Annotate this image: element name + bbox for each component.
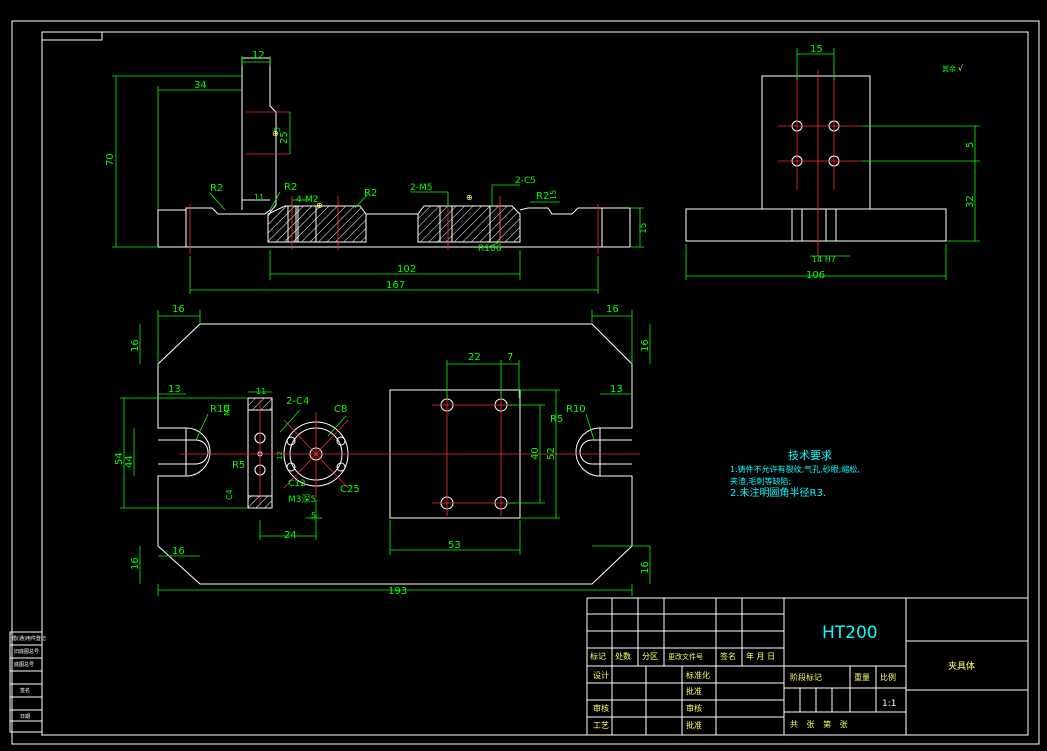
fv-dim-13-l: 13 (168, 384, 181, 395)
dim-32: 32 (965, 195, 976, 208)
fv-dim-53: 53 (448, 540, 461, 551)
fv-dim-11: 11 (256, 387, 266, 396)
strip-cell-1: 借(通)用件登记 (12, 635, 46, 642)
fv-dim-16-tr: 16 (606, 304, 619, 315)
fv-dim-22: 22 (468, 352, 481, 363)
fv-dim-r10-r: R10 (566, 404, 586, 415)
fv-dim-c12: C12 (288, 479, 306, 489)
fv-dim-40: 40 (530, 447, 541, 460)
label-approve-2: 批准 (686, 720, 702, 730)
hole-marker-icon: ⊕ (466, 193, 473, 202)
cad-drawing: 借(通)用件登记 旧底图总号 底图总号 签名 日期 12 34 70 25 5 … (9, 20, 1040, 745)
strip-cell-3: 底图总号 (14, 661, 34, 668)
fv-dim-c8: C8 (334, 404, 347, 415)
dim-12: 12 (252, 50, 265, 61)
dim-r106: R106 (478, 244, 502, 254)
roughness-note: 其余 (942, 64, 956, 73)
fv-dim-16-tr-v: 16 (640, 339, 651, 352)
dim-r2-d: R2 (536, 191, 549, 202)
hole-marker-icon: ⊕ (272, 129, 279, 138)
fv-dim-52: 52 (546, 447, 557, 460)
dim-r2-b: R2 (284, 182, 297, 193)
role-review: 审核 (593, 703, 609, 713)
label-weight: 重量 (854, 672, 870, 682)
fv-dim-16-bl-v: 16 (130, 557, 141, 570)
role-design: 设计 (593, 670, 609, 680)
tech-requirements: 技术要求 1.铸件不允许有裂纹,气孔,砂眼,缩松, 夹渣,毛刺等缺陷; 2.未注… (730, 449, 860, 499)
dim-2-m5: 2-M5 (410, 183, 432, 193)
strip-cell-2: 旧底图总号 (14, 648, 39, 655)
fv-dim-m3: M3深5 (288, 494, 316, 505)
label-stage: 阶段标记 (790, 672, 822, 682)
fv-dim-13-r: 13 (610, 384, 623, 395)
left-strip: 借(通)用件登记 旧底图总号 底图总号 签名 日期 (9, 631, 46, 733)
label-review-2: 审核 (686, 703, 702, 713)
rev-header-count: 处数 (615, 651, 631, 661)
roughness-icon: √ (958, 64, 964, 73)
dim-102: 102 (397, 264, 416, 275)
dim-15-base: 15 (639, 223, 649, 234)
fv-dim-r5-r: R5 (550, 414, 563, 425)
fv-dim-12: 12 (276, 451, 284, 460)
dim-14h7: 14 H7 (812, 255, 836, 264)
fv-dim-m4: M4 (223, 404, 232, 416)
fv-dim-16-tl-v: 16 (130, 339, 141, 352)
tech-req-line-1: 1.铸件不允许有裂纹,气孔,砂眼,缩松, (730, 464, 860, 474)
fv-dim-r5-l: R5 (232, 460, 245, 471)
top-view: 12 34 70 25 5 R2 11 R2 4-M2 R2 2-M5 2-C5… (105, 50, 649, 294)
dim-15: 15 (810, 44, 823, 55)
tech-req-line-2: 夹渣,毛刺等缺陷; (730, 476, 791, 486)
tech-req-title: 技术要求 (788, 449, 832, 462)
label-approve-1: 批准 (686, 686, 702, 696)
rev-header-mark: 标记 (590, 651, 606, 661)
fv-dim-44: 44 (124, 455, 135, 468)
title-block: 标记 处数 分区 更改文件号 签名 年 月 日 设计 审核 工艺 标准化 批准 … (586, 597, 1029, 736)
fv-dim-16-br-v: 16 (640, 561, 651, 574)
dim-5: 5 (965, 142, 976, 148)
front-view: 16 16 16 16 13 13 R10 R10 M4 11 2-C4 C8 … (114, 304, 651, 597)
label-scale: 比例 (880, 672, 896, 682)
scale-value: 1:1 (882, 699, 896, 709)
strip-cell-5: 日期 (20, 714, 30, 720)
fv-dim-2-c4: 2-C4 (286, 396, 309, 407)
dim-34: 34 (194, 80, 207, 91)
dim-r2-a: R2 (210, 183, 223, 194)
tech-req-line-3: 2.未注明圆角半径R3. (730, 486, 826, 499)
dim-106: 106 (806, 270, 825, 281)
fv-dim-c25: C25 (340, 484, 360, 495)
fv-dim-5: 5 (311, 511, 316, 520)
dim-11: 11 (254, 193, 264, 202)
material-label: HT200 (822, 623, 878, 643)
dim-25: 25 (279, 131, 290, 144)
dim-15-small: 15 (549, 190, 558, 200)
dim-70: 70 (105, 153, 116, 166)
rev-header-zone: 分区 (642, 652, 658, 661)
dim-2-c5: 2-C5 (515, 176, 536, 186)
dim-r2-c: R2 (364, 188, 377, 199)
rev-header-doc: 更改文件号 (668, 652, 703, 661)
role-process: 工艺 (593, 721, 609, 730)
fv-dim-16-tl: 16 (172, 304, 185, 315)
right-view: 15 5 32 14 H7 106 其余 √ (685, 44, 980, 281)
dim-167: 167 (386, 280, 405, 291)
rev-header-sign: 签名 (720, 651, 736, 661)
sheet-count: 共 张 第 张 (790, 719, 851, 729)
strip-cell-4: 签名 (20, 687, 30, 694)
fv-dim-24: 24 (284, 530, 297, 541)
rev-header-date: 年 月 日 (746, 651, 775, 661)
fv-dim-c4: C4 (225, 489, 234, 500)
fv-dim-16-bl: 16 (172, 546, 185, 557)
fv-dim-54: 54 (114, 452, 125, 465)
fv-dim-193: 193 (388, 586, 407, 597)
hole-marker-icon: ⊕ (316, 201, 323, 210)
label-standardization: 标准化 (686, 670, 710, 680)
part-name: 夹具体 (948, 660, 975, 672)
fv-dim-7: 7 (507, 352, 513, 363)
drawing-border (11, 20, 1040, 745)
